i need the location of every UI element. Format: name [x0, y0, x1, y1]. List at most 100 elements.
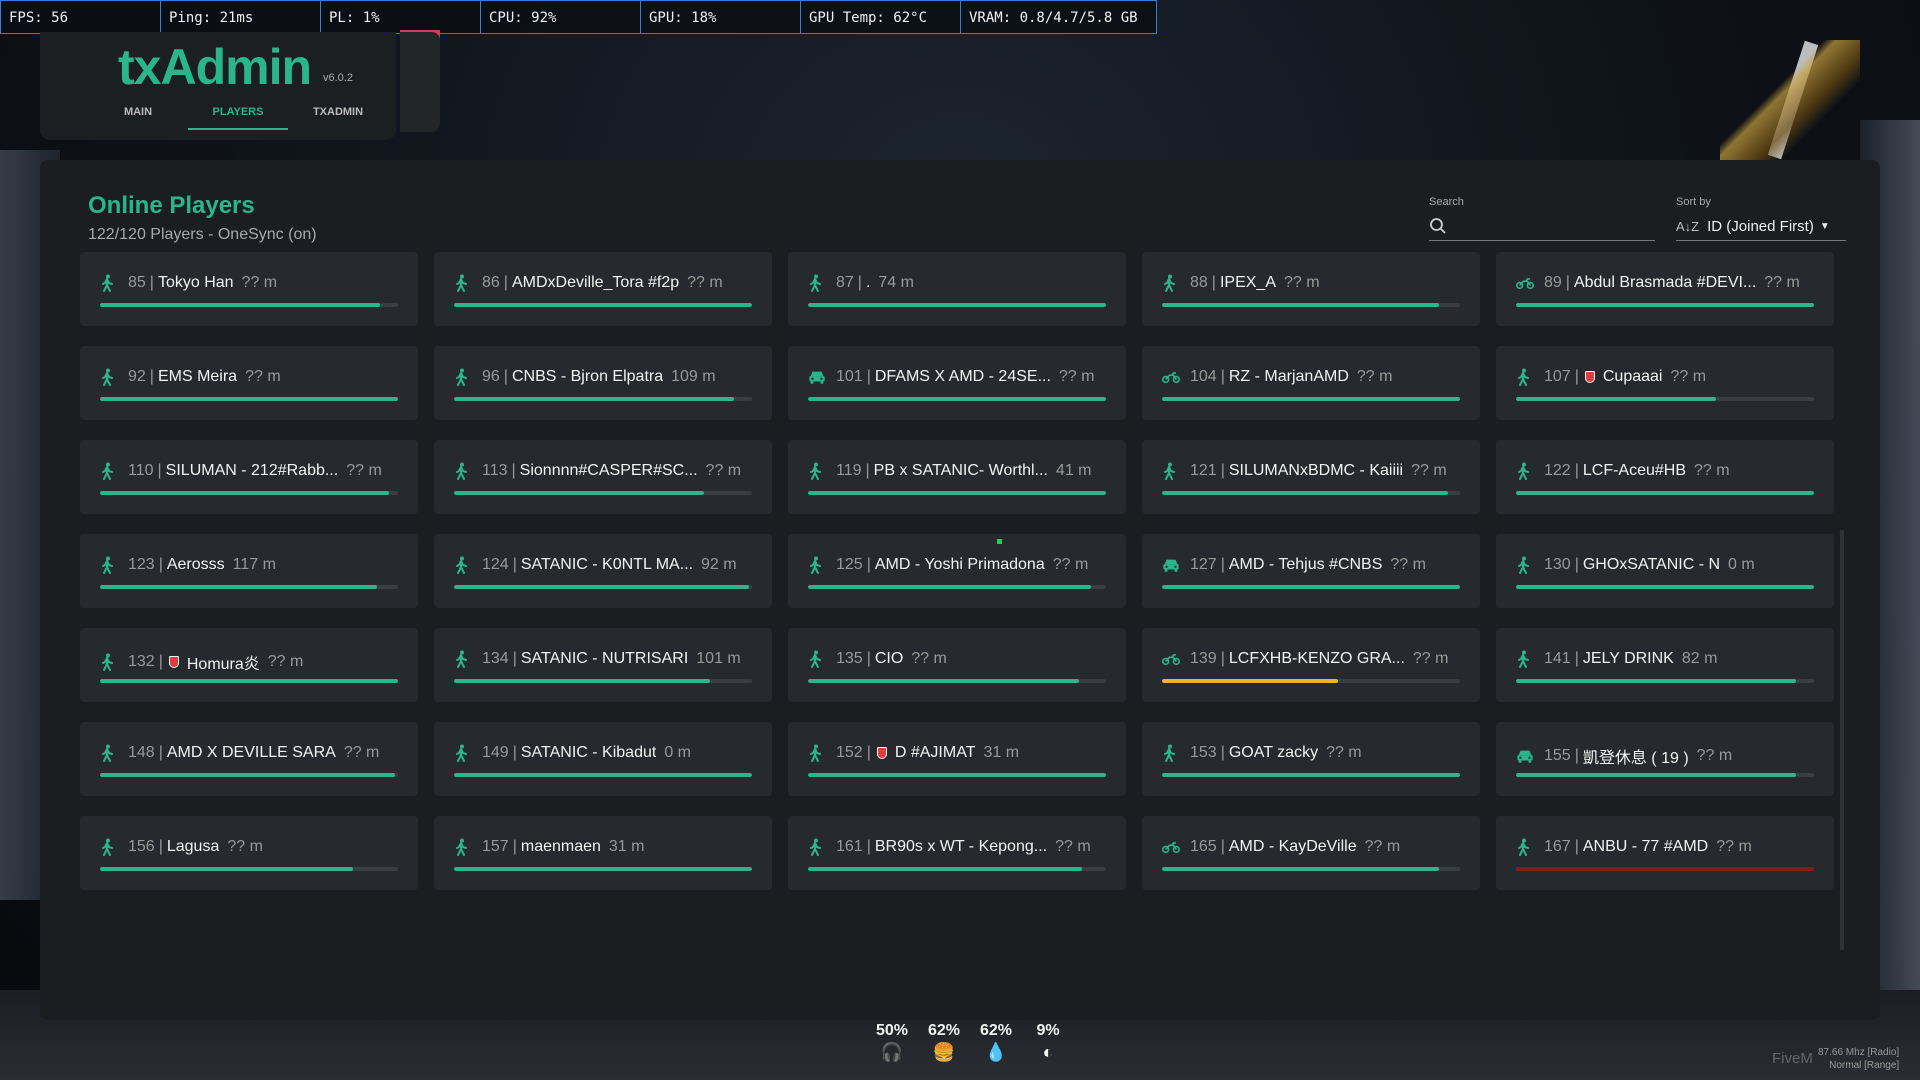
hud-stat: 9% ◐ — [1022, 1022, 1074, 1063]
player-card[interactable]: 155 | 凱登休息 ( 19 ) ?? m — [1496, 722, 1834, 796]
sort-select[interactable]: A↓Z ID (Joined First) ▼ — [1676, 212, 1846, 241]
player-name: AMD - Yoshi Primadona — [874, 556, 1045, 573]
player-distance: ?? m — [705, 462, 742, 479]
health-bar-fill — [1162, 303, 1440, 307]
player-info: 88 | IPEX_A ?? m — [1162, 274, 1460, 292]
tab-main[interactable]: MAIN — [88, 98, 188, 130]
player-card[interactable]: 110 | SILUMAN - 212#Rabb... ?? m — [80, 440, 418, 514]
player-name: maenmaen — [520, 838, 601, 855]
player-card[interactable]: 148 | AMD X DEVILLE SARA ?? m — [80, 722, 418, 796]
health-bar-fill — [808, 303, 1106, 307]
player-card[interactable]: 156 | Lagusa ?? m — [80, 816, 418, 890]
player-name: Abdul Brasmada #DEVI... — [1573, 274, 1757, 291]
health-bar-fill — [454, 773, 752, 777]
player-id: 87 — [836, 274, 854, 291]
player-card[interactable]: 85 | Tokyo Han ?? m — [80, 252, 418, 326]
tab-txadmin[interactable]: TXADMIN — [288, 98, 388, 130]
player-card[interactable]: 96 | CNBS - Bjron Elpatra 109 m — [434, 346, 772, 420]
player-card[interactable]: 87 |. 74 m — [788, 252, 1126, 326]
player-card[interactable]: 157 | maenmaen 31 m — [434, 816, 772, 890]
player-card[interactable]: 167 | ANBU - 77 #AMD ?? m — [1496, 816, 1834, 890]
health-bar — [100, 397, 398, 401]
scrollbar[interactable] — [1840, 530, 1844, 950]
player-name: AMD - Tehjus #CNBS — [1228, 556, 1383, 573]
player-card[interactable]: 153 | GOAT zacky ?? m — [1142, 722, 1480, 796]
tab-players[interactable]: PLAYERS — [188, 98, 288, 130]
brain-icon: ◐ — [1042, 1042, 1054, 1062]
player-grid: 85 | Tokyo Han?? m 86 | AMDxDeville_Tora #f2p… — [80, 252, 1834, 890]
player-info: 155 | 凱登休息 ( 19 ) ?? m — [1516, 744, 1814, 768]
player-info: 87 |. 74 m — [808, 274, 1106, 292]
player-info: 101 | DFAMS X AMD - 24SE... ?? m — [808, 368, 1106, 386]
player-id: 141 — [1544, 650, 1571, 667]
shield-icon — [1584, 371, 1595, 383]
separator: | — [1220, 838, 1225, 855]
txadmin-logo: txAdmin — [118, 39, 312, 95]
player-card[interactable]: 122 | LCF-Aceu#HB ?? m — [1496, 440, 1834, 514]
player-card[interactable]: 134 | SATANIC - NUTRISARI 101 m — [434, 628, 772, 702]
player-card[interactable]: 89 | Abdul Brasmada #DEVI... ?? m — [1496, 252, 1834, 326]
player-card[interactable]: 86 | AMDxDeville_Tora #f2p ?? m — [434, 252, 772, 326]
hud-stat: 62% 💧 — [970, 1022, 1022, 1063]
player-card[interactable]: 123 | Aerosss 117 m — [80, 534, 418, 608]
player-name: SILUMANxBDMC - Kaiiii — [1228, 462, 1404, 479]
player-card[interactable]: 161 | BR90s x WT - Kepong... ?? m — [788, 816, 1126, 890]
health-bar — [1516, 585, 1814, 589]
health-bar — [1162, 491, 1460, 495]
player-info: 122 | LCF-Aceu#HB ?? m — [1516, 462, 1814, 480]
search-field[interactable] — [1429, 212, 1655, 241]
walking-icon — [1516, 556, 1534, 574]
player-name: Homura炎 — [186, 656, 260, 673]
player-card[interactable]: 88 | IPEX_A ?? m — [1142, 252, 1480, 326]
player-distance: ?? m — [1670, 368, 1707, 385]
player-card[interactable]: 152 | D #AJIMAT 31 m — [788, 722, 1126, 796]
health-bar — [1162, 397, 1460, 401]
motorcycle-icon — [1162, 838, 1180, 856]
health-bar-fill — [100, 397, 398, 401]
player-card[interactable]: 92 | EMS Meira ?? m — [80, 346, 418, 420]
player-distance: 117 m — [232, 556, 276, 573]
player-card[interactable]: 135 | CIO ?? m — [788, 628, 1126, 702]
player-card[interactable]: 130 | GHOxSATANIC - N 0 m — [1496, 534, 1834, 608]
player-info: 153 | GOAT zacky ?? m — [1162, 744, 1460, 762]
player-card[interactable]: 124 | SATANIC - K0NTL MA... 92 m — [434, 534, 772, 608]
health-bar-fill — [1162, 397, 1460, 401]
health-bar-fill — [100, 679, 398, 683]
player-card[interactable]: 119 | PB x SATANIC- Worthl... 41 m — [788, 440, 1126, 514]
player-card[interactable]: 101 | DFAMS X AMD - 24SE... ?? m — [788, 346, 1126, 420]
health-bar — [808, 397, 1106, 401]
walking-icon — [454, 556, 472, 574]
player-distance: ?? m — [346, 462, 382, 479]
player-card[interactable]: 104 | RZ - MarjanAMD ?? m — [1142, 346, 1480, 420]
version-label: v6.0.2 — [323, 72, 353, 84]
player-distance: ?? m — [1716, 838, 1752, 855]
player-card[interactable]: 132 | Homura炎 ?? m — [80, 628, 418, 702]
player-card[interactable]: 127 | AMD - Tehjus #CNBS ?? m — [1142, 534, 1480, 608]
player-name: JELY DRINK — [1582, 650, 1674, 667]
player-id: 101 — [836, 368, 863, 385]
search-input[interactable] — [1453, 217, 1647, 235]
player-id: 88 — [1190, 274, 1208, 291]
player-id: 119 — [836, 462, 862, 479]
player-card[interactable]: 141 | JELY DRINK 82 m — [1496, 628, 1834, 702]
health-bar — [454, 585, 752, 589]
player-name: LCFXHB-KENZO GRA... — [1228, 650, 1405, 667]
car-icon — [1162, 556, 1180, 574]
player-card[interactable]: 113 | Sionnnn#CASPER#SC... ?? m — [434, 440, 772, 514]
player-name: CIO — [874, 650, 904, 667]
player-card[interactable]: 121 | SILUMANxBDMC - Kaiiii ?? m — [1142, 440, 1480, 514]
player-card[interactable]: 125 | AMD - Yoshi Primadona ?? m — [788, 534, 1126, 608]
player-name: AMDxDeville_Tora #f2p — [511, 274, 680, 291]
player-card[interactable]: 107 | Cupaaai ?? m — [1496, 346, 1834, 420]
shield-icon — [168, 656, 179, 668]
health-bar-fill — [1516, 303, 1814, 307]
separator: | — [511, 462, 516, 479]
health-bar — [808, 491, 1106, 495]
player-distance: 74 m — [878, 274, 914, 291]
player-card[interactable]: 149 | SATANIC - Kibadut 0 m — [434, 722, 772, 796]
health-bar-fill — [1162, 867, 1440, 871]
health-bar — [1162, 585, 1460, 589]
player-card[interactable]: 165 | AMD - KayDeVille ?? m — [1142, 816, 1480, 890]
player-info: 119 | PB x SATANIC- Worthl... 41 m — [808, 462, 1106, 480]
player-card[interactable]: 139 | LCFXHB-KENZO GRA... ?? m — [1142, 628, 1480, 702]
